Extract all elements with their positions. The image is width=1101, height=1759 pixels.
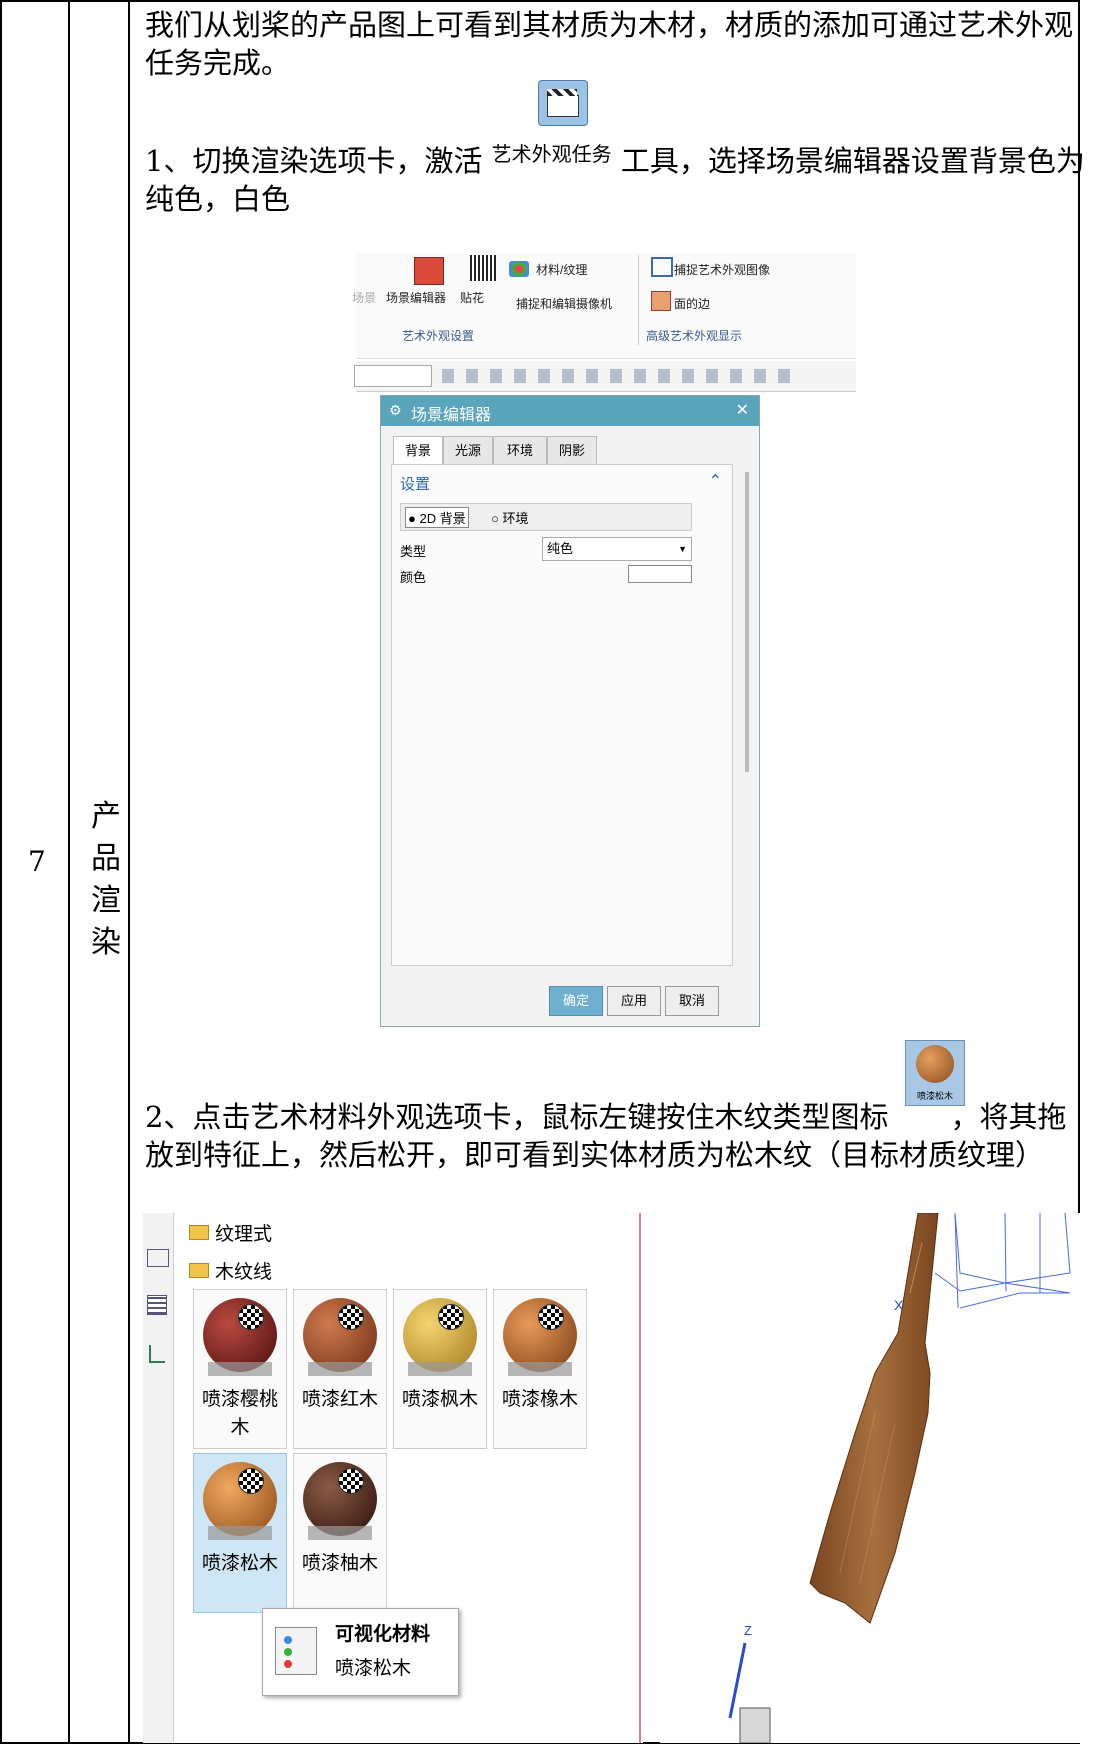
material-texture-button[interactable]: 材料/纹理: [536, 261, 587, 278]
folder-wood-grain[interactable]: 木纹线: [215, 1257, 272, 1284]
dropdown-arrow-icon: ▼: [678, 544, 687, 554]
material-tile-mahogany[interactable]: 喷漆红木: [293, 1289, 387, 1449]
close-icon[interactable]: ✕: [736, 400, 749, 420]
tooltip-title: 可视化材料: [335, 1624, 431, 1645]
material-tile-maple[interactable]: 喷漆枫木: [393, 1289, 487, 1449]
pine-material-icon: 喷漆松木: [905, 1040, 965, 1106]
scene-editor-icon: [414, 257, 444, 285]
collapse-chevron-icon[interactable]: ⌃: [709, 471, 722, 491]
radio-2d-background[interactable]: ● 2D 背景: [405, 507, 469, 528]
decal-button[interactable]: 贴花: [460, 289, 484, 306]
material-tile-oak[interactable]: 喷漆橡木: [493, 1289, 587, 1449]
face-edge-button[interactable]: 面的边: [674, 295, 710, 312]
cancel-button[interactable]: 取消: [665, 986, 719, 1016]
panel-divider: [639, 1213, 641, 1743]
intro-paragraph: 我们从划桨的产品图上可看到其材质为木材，材质的添加可通过艺术外观任务完成。: [145, 8, 1074, 80]
capture-camera-button[interactable]: 捕捉和编辑摄像机: [516, 295, 612, 312]
row-number: 7: [28, 845, 46, 878]
type-select[interactable]: 纯色 ▼: [542, 537, 692, 561]
background-radio-group: ● 2D 背景 ○ 环境: [400, 503, 692, 531]
group-art-settings: 艺术外观设置: [402, 329, 475, 343]
library-tool-icon-2[interactable]: [147, 1295, 167, 1315]
material-tile-pine[interactable]: 喷漆松木: [193, 1453, 287, 1613]
material-tile-teak[interactable]: 喷漆柚木: [293, 1453, 387, 1613]
ok-button[interactable]: 确定: [549, 986, 603, 1016]
dialog-scrollbar[interactable]: [745, 472, 749, 772]
tab-shadow[interactable]: 阴影: [547, 436, 597, 466]
decal-icon: [470, 255, 496, 281]
view-toolbar: [354, 361, 856, 392]
paddle-model: [728, 1212, 1071, 1744]
scene-editor-screenshot: 材料/纹理 场景 场景编辑器 贴花 捕捉和编辑摄像机 捕捉艺术外观图像 面的边 …: [352, 253, 856, 1043]
scene-editor-dialog: ⚙ 场景编辑器 ✕ 背景 光源 环境 阴影 设置 ⌃ ● 2D 背景 ○ 环境 …: [380, 395, 760, 1027]
axis-z-label: Z: [744, 1623, 752, 1638]
row-category: 产品渲染: [91, 799, 121, 960]
table-left-border: [0, 0, 2, 1744]
material-texture-icon: [509, 261, 529, 277]
material-tooltip: 可视化材料 喷漆松木: [262, 1608, 459, 1696]
radio-environment[interactable]: ○ 环境: [491, 508, 528, 527]
tab-background[interactable]: 背景: [393, 436, 443, 466]
table-col-divider-2: [128, 0, 130, 1744]
color-label: 颜色: [400, 570, 427, 585]
gear-icon: ⚙: [389, 402, 402, 418]
dialog-panel: 设置 ⌃ ● 2D 背景 ○ 环境 类型 纯色 ▼ 颜色: [391, 464, 733, 966]
art-appearance-icon: [538, 80, 588, 126]
color-swatch[interactable]: [628, 565, 692, 583]
toolbar-dropdown[interactable]: [354, 365, 432, 387]
dialog-titlebar: ⚙ 场景编辑器 ✕: [381, 396, 759, 426]
step1-tool-name: 艺术外观任务: [491, 144, 612, 166]
apply-button[interactable]: 应用: [607, 986, 661, 1016]
ribbon-group-divider: [638, 255, 639, 345]
axis-x-label: X: [894, 1297, 904, 1313]
visual-material-icon: [275, 1627, 317, 1675]
scene-editor-button[interactable]: 场景编辑器: [386, 289, 446, 306]
model-view: X Z: [660, 1212, 1085, 1744]
ribbon-left-fragment: 场景: [352, 291, 377, 305]
capture-image-button[interactable]: 捕捉艺术外观图像: [674, 261, 770, 278]
step1-paragraph: 1、切换渲染选项卡，激活 艺术外观任务 工具，选择场景编辑器设置背景色为纯色，白…: [145, 142, 1085, 218]
material-tile-cherry[interactable]: 喷漆樱桃木: [193, 1289, 287, 1449]
face-edge-icon: [651, 291, 671, 311]
tooltip-value: 喷漆松木: [335, 1658, 412, 1679]
tab-light[interactable]: 光源: [443, 436, 493, 466]
dialog-title: 场景编辑器: [411, 407, 492, 424]
group-advanced-display: 高级艺术外观显示: [646, 329, 743, 343]
library-sidebar: [143, 1213, 174, 1743]
table-col-divider-1: [68, 0, 70, 1744]
folder-texture-style[interactable]: 纹理式: [215, 1219, 272, 1246]
open-folder-icon: [189, 1263, 209, 1278]
library-tool-icon-1[interactable]: [147, 1249, 169, 1267]
toolbar-icon-strip: [442, 369, 802, 383]
type-label: 类型: [400, 544, 427, 559]
library-tool-icon-3[interactable]: [149, 1345, 165, 1363]
folder-icon: [189, 1225, 209, 1240]
ribbon: 材料/纹理 场景 场景编辑器 贴花 捕捉和编辑摄像机 捕捉艺术外观图像 面的边 …: [352, 253, 856, 359]
tab-environment[interactable]: 环境: [493, 436, 547, 466]
step2-paragraph: 2、点击艺术材料外观选项卡，鼠标左键按住木纹类型图标 ，将其拖放到特征上，然后松开…: [145, 1100, 1067, 1172]
section-settings: 设置: [400, 476, 431, 493]
capture-image-icon: [651, 257, 673, 277]
table-top-border: [0, 0, 1080, 2]
